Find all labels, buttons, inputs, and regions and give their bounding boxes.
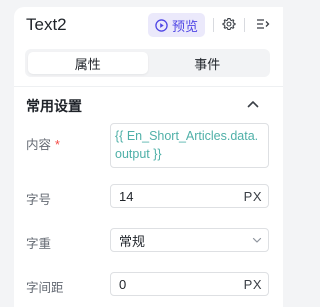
font-size-input[interactable]: 14 PX [110,184,269,208]
outline-menu-icon[interactable] [256,17,270,36]
font-weight-select[interactable]: 常规 [110,228,269,252]
section-divider [14,86,283,87]
panel-header: Text2 预览 [14,7,283,43]
content-label: 内容 * [26,134,60,153]
letter-spacing-unit: PX [243,276,262,292]
required-mark: * [55,138,60,152]
preview-label: 预览 [171,18,198,34]
font-size-value: 14 [119,188,134,204]
content-label-text: 内容 [26,138,52,152]
font-weight-label: 字重 [26,237,52,251]
component-title: Text2 [26,15,67,34]
header-separator [244,18,245,32]
font-size-unit: PX [243,188,262,204]
properties-panel: Text2 预览 属性 事件 常用设置 内容 * {{En_Short_Art… [14,7,283,307]
preview-button[interactable]: 预览 [148,13,205,37]
gear-icon[interactable] [222,17,236,36]
tab-events[interactable]: 事件 [148,52,268,74]
play-circle-icon [155,18,168,32]
chevron-up-icon[interactable] [246,97,260,116]
tab-properties[interactable]: 属性 [28,52,148,74]
font-weight-value: 常规 [119,233,146,249]
letter-spacing-input[interactable]: 0 PX [110,272,269,296]
letter-spacing-label: 字间距 [26,281,64,295]
header-separator [213,18,214,32]
chevron-down-icon [252,235,262,245]
panel-tabs: 属性 事件 [25,49,270,77]
font-size-label: 字号 [26,193,52,207]
letter-spacing-value: 0 [119,276,127,292]
section-title: 常用设置 [26,98,82,114]
content-binding-input[interactable]: {{ En_Short_Articles.data.output }} [110,123,269,168]
